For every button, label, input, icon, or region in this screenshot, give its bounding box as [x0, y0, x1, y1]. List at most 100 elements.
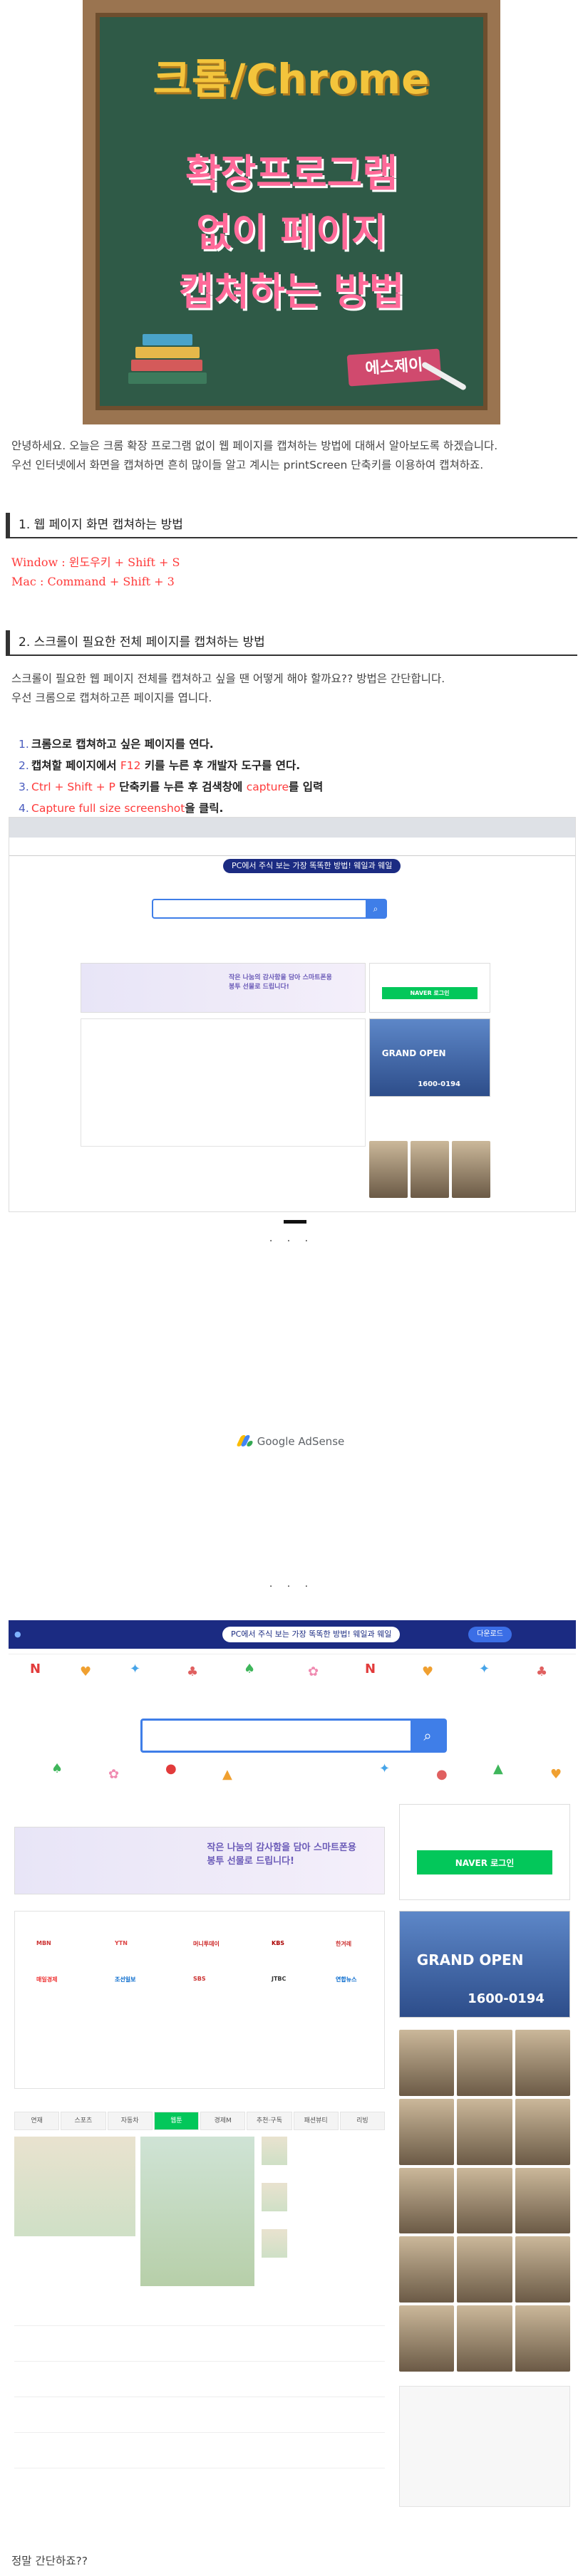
product-thumb[interactable] [515, 2236, 570, 2303]
press-logo[interactable]: 연합뉴스 [336, 1976, 356, 1983]
books-illustration [128, 334, 214, 391]
press-logo[interactable]: SBS [193, 1976, 206, 1982]
login-button[interactable]: NAVER 로그인 [381, 986, 478, 1000]
screenshot-browser: PC에서 주식 보는 가장 똑똑한 방법! 웨일과 웨일 ⌕ 작은 나눔의 감사… [9, 817, 576, 1212]
tab[interactable]: 경제M [200, 2112, 246, 2130]
intro-line-1: 안녕하세요. 오늘은 크롬 확장 프로그램 없이 웹 페이지를 캡쳐하는 방법에… [11, 439, 498, 452]
banner-line-3: 캡쳐하는 방법 [178, 269, 405, 314]
product-thumb[interactable] [457, 2098, 512, 2165]
step-1: 1. 크롬으로 캡쳐하고 싶은 페이지를 연다. [19, 734, 323, 755]
banner-image: 크롬/Chrome 확장프로그램 없이 페이지 캡쳐하는 방법 에스제이 [83, 0, 500, 424]
tab[interactable]: 웹툰 [153, 2112, 199, 2130]
press-logo[interactable]: 조선일보 [115, 1976, 135, 1983]
product-thumb[interactable] [457, 2167, 512, 2234]
whale-download-button[interactable]: 다운로드 [468, 1627, 512, 1642]
steps-list: 1. 크롬으로 캡쳐하고 싶은 페이지를 연다. 2. 캡쳐할 페이지에서 F12 … [19, 734, 323, 819]
hotel-phone: 1600-0194 [418, 1080, 461, 1089]
side-panel [399, 2386, 570, 2507]
naver-header: ● PC에서 주식 보는 가장 똑똑한 방법! 웨일과 웨일 다운로드 [9, 1620, 576, 1654]
doodle-icon: ✦ [379, 1761, 391, 1776]
tab[interactable]: 리빙 [339, 2112, 385, 2130]
press-logo[interactable]: MBN [36, 1940, 51, 1946]
press-logo[interactable]: YTN [115, 1940, 128, 1946]
login-button[interactable]: NAVER 로그인 [416, 1850, 553, 1875]
press-logo[interactable]: 한겨레 [336, 1940, 351, 1948]
tab[interactable]: 패션뷰티 [293, 2112, 339, 2130]
doodle-icon: ✦ [130, 1662, 141, 1677]
login-box: NAVER 로그인 [369, 963, 490, 1013]
search-input[interactable]: ⌕ [140, 1719, 447, 1753]
doodle-icon: ✿ [108, 1767, 120, 1782]
tab[interactable]: 스포츠 [61, 2112, 106, 2130]
hotel-brand: GRAND OPEN [381, 1048, 446, 1059]
section-2-line-1: 스크롤이 필요한 웹 페이지 전체를 캡쳐하고 싶을 땐 어떻게 해야 할까요?… [11, 672, 445, 685]
product-thumb[interactable] [399, 2098, 455, 2165]
press-logo[interactable]: JTBC [272, 1976, 286, 1982]
naver-doodle-area: N ♥ ✦ ♣ ♠ ✿ N ♥ ✦ ♣ ♠ ✿ ● ▲ ✦ ● ▲ ♥ ⌕ [9, 1654, 576, 1804]
webtoon-thumbnail[interactable] [262, 2137, 287, 2165]
google-adsense-icon [236, 1435, 254, 1446]
naver-page: PC에서 주식 보는 가장 똑똑한 방법! 웨일과 웨일 ⌕ 작은 나눔의 감사… [9, 856, 575, 1211]
product-thumb[interactable] [399, 2030, 455, 2096]
list-divider [14, 2325, 385, 2326]
product-thumb[interactable] [515, 2167, 570, 2234]
browser-tab-bar [9, 818, 575, 838]
doodle-icon: ● [436, 1767, 448, 1782]
webtoon-thumbnail[interactable] [262, 2183, 287, 2211]
whale-promo-bar: ● PC에서 주식 보는 가장 똑똑한 방법! 웨일과 웨일 다운로드 [9, 1620, 576, 1649]
section-2-line-2: 우선 크롬으로 캡쳐하고픈 페이지를 엽니다. [11, 692, 212, 704]
product-thumb[interactable] [399, 2305, 455, 2372]
hotel-ad[interactable]: GRAND OPEN 1600-0194 [399, 1911, 570, 2018]
webtoon-thumbnail[interactable] [262, 2229, 287, 2258]
tab[interactable]: 자동차 [107, 2112, 153, 2130]
step-text: 단축키를 누른 후 검색창에 [115, 781, 247, 793]
windows-shortcut: Window : 윈도우키 + Shift + S [11, 556, 180, 569]
press-logo[interactable]: KBS [272, 1940, 284, 1946]
browser-url-bar [9, 838, 575, 856]
product-thumb[interactable] [515, 2305, 570, 2372]
ad-banner[interactable]: 작은 나눔의 감사함을 담아 스마트폰용봉투 선물로 드립니다! [81, 963, 366, 1013]
whale-promo-text: PC에서 주식 보는 가장 똑똑한 방법! 웨일과 웨일 [222, 1627, 401, 1642]
banner-title: 크롬/Chrome [153, 55, 430, 103]
news-press-grid: MBN YTN 머니투데이 KBS 한겨레 매일경제 조선일보 SBS JTBC… [14, 1911, 385, 2089]
login-box: NAVER 로그인 [399, 1804, 570, 1900]
step-text: 캡쳐할 페이지에서 [31, 759, 120, 772]
tab[interactable]: 연재 [14, 2112, 60, 2130]
search-icon[interactable]: ⌕ [366, 900, 386, 917]
hotel-ad[interactable]: GRAND OPEN 1600-0194 [369, 1018, 490, 1097]
press-logo[interactable]: 매일경제 [36, 1976, 57, 1983]
hotel-brand: GRAND OPEN [416, 1951, 524, 1969]
step-key: capture [246, 781, 289, 793]
webtoon-thumbnail[interactable] [140, 2137, 254, 2286]
tab[interactable]: 추천·구독 [247, 2112, 292, 2130]
step-text: 키를 누른 후 개발자 도구를 연다. [140, 759, 301, 772]
chalkboard: 크롬/Chrome 확장프로그램 없이 페이지 캡쳐하는 방법 에스제이 [96, 13, 487, 410]
product-thumb[interactable] [457, 2236, 512, 2303]
doodle-icon: ▲ [493, 1761, 503, 1776]
doodle-icon: N [30, 1662, 41, 1677]
ad-banner[interactable]: 작은 나눔의 감사함을 담아 스마트폰용봉투 선물로 드립니다! [14, 1827, 385, 1894]
banner-line-2: 없이 페이지 [196, 210, 387, 255]
webtoon-thumbnail[interactable] [14, 2137, 135, 2236]
product-thumb[interactable] [399, 2167, 455, 2234]
doodle-icon: ▲ [222, 1767, 232, 1782]
product-thumb[interactable] [457, 2305, 512, 2372]
intro-text: 안녕하세요. 오늘은 크롬 확장 프로그램 없이 웹 페이지를 캡쳐하는 방법에… [11, 437, 497, 475]
step-text: 를 입력 [289, 781, 324, 793]
product-thumb[interactable] [399, 2236, 455, 2303]
doodle-icon: ♠ [244, 1662, 256, 1677]
product-thumb[interactable] [515, 2030, 570, 2096]
search-icon[interactable]: ⌕ [411, 1721, 445, 1751]
step-text: 크롬으로 캡쳐하고 싶은 페이지를 연다. [31, 738, 214, 751]
product-thumb[interactable] [457, 2030, 512, 2096]
product-thumb[interactable] [515, 2098, 570, 2165]
step-4: 4. Capture full size screenshot을 클릭. [19, 798, 323, 819]
list-divider [14, 2361, 385, 2362]
adsense-label: Google AdSense [0, 1435, 583, 1448]
step-key: Capture full size screenshot [31, 802, 185, 815]
search-input[interactable]: ⌕ [152, 899, 387, 919]
step-text: 을 클릭. [185, 802, 224, 815]
separator-dots: · · · [269, 1236, 314, 1247]
step-key: Ctrl + Shift + P [31, 781, 115, 793]
press-logo[interactable]: 머니투데이 [193, 1940, 220, 1948]
